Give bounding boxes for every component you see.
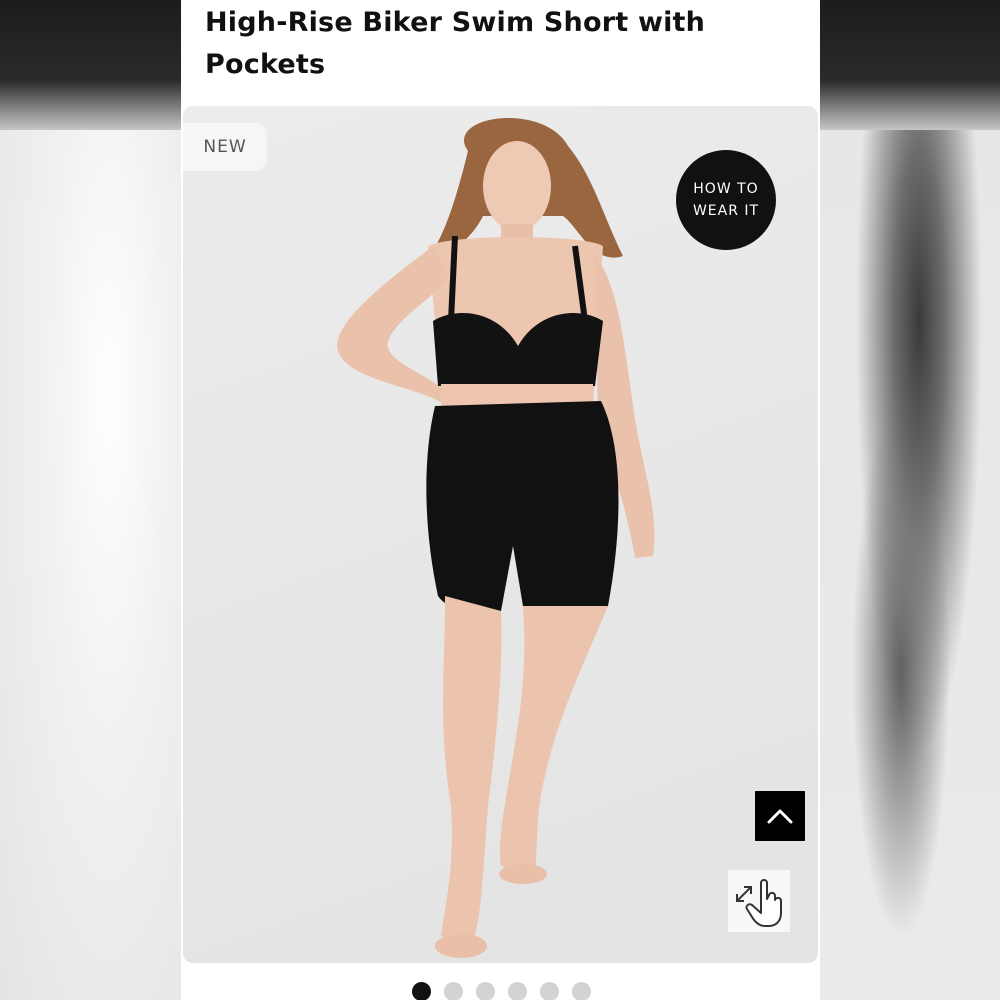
model-face xyxy=(483,141,551,231)
carousel-dot-3[interactable] xyxy=(476,982,495,1000)
chevron-up-icon xyxy=(767,809,793,824)
model-right-leg xyxy=(499,606,608,876)
back-to-top-button[interactable] xyxy=(755,791,805,841)
carousel-dot-2[interactable] xyxy=(444,982,463,1000)
blurred-background-left xyxy=(0,130,182,1000)
carousel-dot-5[interactable] xyxy=(540,982,559,1000)
carousel-dot-1[interactable] xyxy=(412,982,431,1000)
new-badge: NEW xyxy=(183,123,267,171)
carousel-pagination xyxy=(412,982,591,1000)
product-title: High-Rise Biker Swim Short with Pockets xyxy=(205,7,706,80)
blurred-background-right xyxy=(820,130,1000,1000)
model-biker-shorts xyxy=(426,401,619,618)
pinch-zoom-button[interactable] xyxy=(728,870,790,932)
how-to-wear-it-button[interactable]: HOW TO WEAR IT xyxy=(676,150,776,250)
product-page: High-Rise Biker Swim Short with Pockets xyxy=(181,0,820,1000)
how-to-label-line1: HOW TO xyxy=(693,181,759,197)
model-left-leg xyxy=(441,596,502,944)
pinch-zoom-hand-icon xyxy=(736,879,782,927)
how-to-label-line2: WEAR IT xyxy=(692,203,760,219)
product-image[interactable]: NEW HOW TO WEAR IT xyxy=(183,106,818,963)
carousel-dot-6[interactable] xyxy=(572,982,591,1000)
carousel-dot-4[interactable] xyxy=(508,982,527,1000)
